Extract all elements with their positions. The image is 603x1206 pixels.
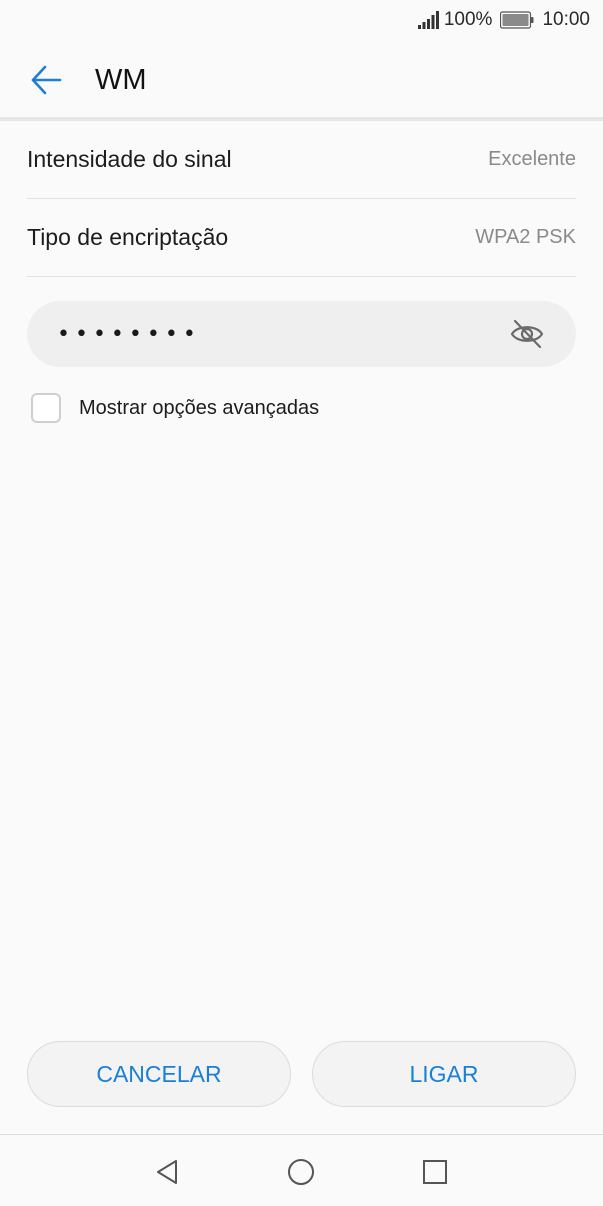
cancel-button[interactable]: CANCELAR <box>27 1041 291 1107</box>
encryption-type-value: WPA2 PSK <box>475 226 576 248</box>
advanced-options-checkbox-row[interactable]: Mostrar opções avançadas <box>31 391 319 425</box>
advanced-options-label: Mostrar opções avançadas <box>79 396 320 419</box>
show-password-toggle[interactable] <box>508 316 546 352</box>
nav-recent-button[interactable] <box>415 1152 455 1192</box>
signal-strength-row: Intensidade do sinal Excelente <box>27 121 576 199</box>
signal-strength-label: Intensidade do sinal <box>27 146 232 172</box>
signal-strength-value: Excelente <box>488 148 576 170</box>
wifi-connect-screen: 100% 10:00 WM Intensidade do sinal Excel… <box>0 0 603 1206</box>
encryption-type-label: Tipo de encriptação <box>27 224 229 250</box>
signal-icon <box>417 11 439 29</box>
nav-home-button[interactable] <box>281 1152 321 1192</box>
connect-button[interactable]: LIGAR <box>312 1041 576 1107</box>
back-button[interactable] <box>22 58 70 102</box>
eye-off-icon <box>510 319 544 349</box>
arrow-left-icon <box>31 65 62 95</box>
app-header: WM <box>0 40 603 118</box>
status-time: 10:00 <box>542 9 590 30</box>
password-field <box>27 301 576 369</box>
status-bar: 100% 10:00 <box>0 0 603 40</box>
nav-back-button[interactable] <box>148 1152 188 1192</box>
nav-home-icon <box>288 1159 314 1185</box>
navigation-bar <box>0 1135 603 1206</box>
status-right: 100% 10:00 <box>417 8 590 32</box>
encryption-type-row: Tipo de encriptação WPA2 PSK <box>27 199 576 277</box>
advanced-options-checkbox[interactable] <box>31 393 61 423</box>
nav-back-icon <box>157 1160 177 1184</box>
battery-percent: 100% <box>443 9 493 30</box>
password-input[interactable] <box>55 301 499 369</box>
battery-icon <box>500 11 534 29</box>
page-title: WM <box>95 64 147 96</box>
nav-recent-icon <box>423 1160 447 1184</box>
